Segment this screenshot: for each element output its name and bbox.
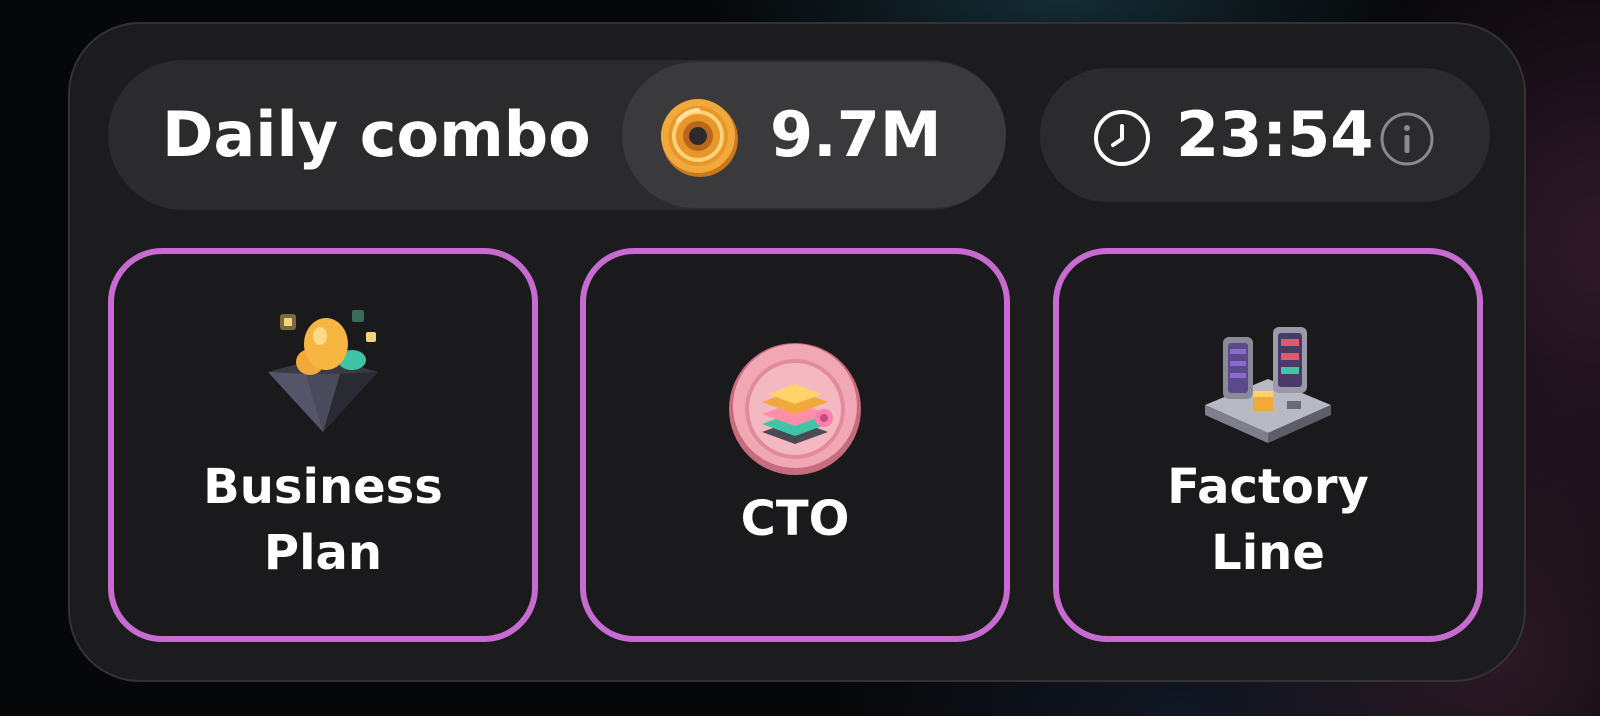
combo-card-business-plan[interactable]: Business Plan <box>108 248 538 642</box>
reward-amount: 9.7M <box>770 98 942 171</box>
business-plan-icon <box>268 310 378 432</box>
cto-icon <box>729 343 861 475</box>
combo-card-label-line2: Line <box>1211 525 1325 581</box>
combo-card-label: Business Plan <box>114 454 532 586</box>
combo-card-label-line1: Business <box>203 459 443 515</box>
info-icon[interactable] <box>1378 110 1436 168</box>
combo-card-label: CTO <box>586 486 1004 552</box>
timer-countdown: 23:54 <box>1176 98 1374 171</box>
clock-icon <box>1094 110 1150 166</box>
combo-card-label: Factory Line <box>1059 454 1477 586</box>
coin-icon <box>661 99 738 177</box>
combo-card-label-line1: Factory <box>1167 459 1369 515</box>
factory-line-icon <box>1205 327 1331 443</box>
combo-card-label-line2: Plan <box>263 525 383 581</box>
daily-combo-title: Daily combo <box>162 98 591 171</box>
combo-card-cto[interactable]: CTO <box>580 248 1010 642</box>
combo-card-label-line1: CTO <box>740 491 850 547</box>
combo-card-factory-line[interactable]: Factory Line <box>1053 248 1483 642</box>
